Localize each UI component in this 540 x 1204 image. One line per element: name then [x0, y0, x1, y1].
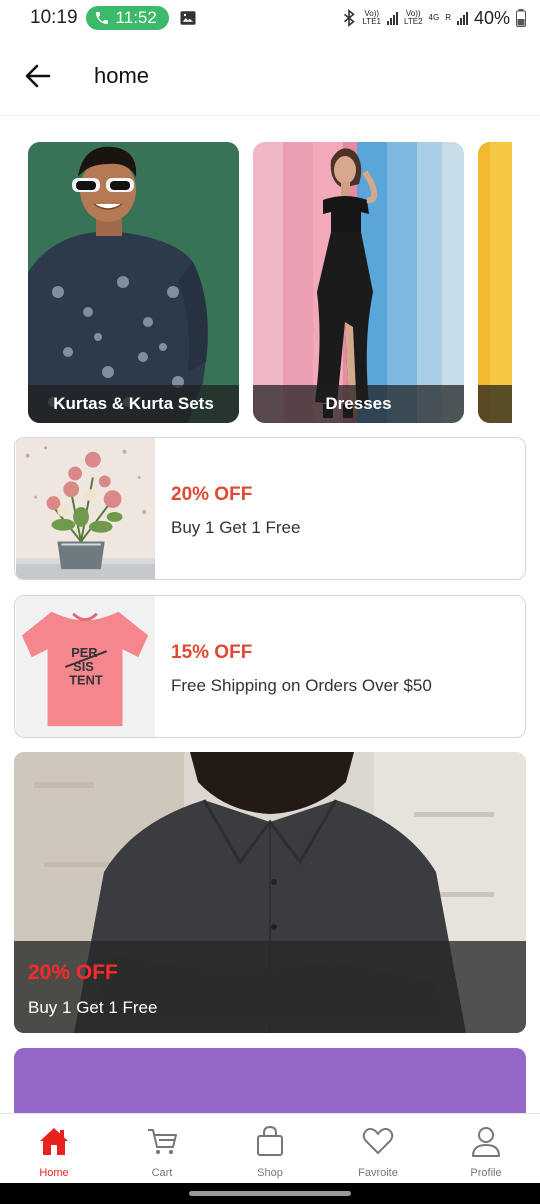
battery-percent: 40%	[473, 7, 510, 28]
cart-icon	[148, 1129, 177, 1154]
offer-image-tshirt: PER SIS TENT	[15, 596, 156, 737]
page-title: home	[94, 62, 150, 88]
category-image-more	[478, 142, 512, 423]
nav-favorite[interactable]: Favroite	[324, 1114, 432, 1183]
system-gesture-bar	[0, 1183, 540, 1204]
category-carousel[interactable]: Kurtas & Kurta Sets Dresses	[28, 142, 512, 424]
gallery-icon	[180, 11, 196, 25]
offer-image-flowers	[15, 438, 156, 579]
offer-description: Buy 1 Get 1 Free	[171, 518, 301, 537]
status-time: 10:19	[30, 7, 78, 28]
category-card-dresses[interactable]: Dresses	[253, 142, 464, 423]
bottom-nav: Home Cart Shop Favroite Profile	[0, 1113, 540, 1183]
offer-card-bogo[interactable]: 20% OFF Buy 1 Get 1 Free	[14, 437, 526, 580]
nav-profile[interactable]: Profile	[432, 1114, 540, 1183]
arrow-left-icon	[25, 64, 51, 87]
status-bar: 10:19 11:52 Vo)) LTE1 Vo)) LTE2 4G R 40%	[0, 0, 540, 36]
category-image-dresses	[253, 142, 464, 423]
app-header: home	[0, 36, 540, 116]
nav-label: Favroite	[358, 1167, 398, 1179]
offer-discount: 15% OFF	[171, 642, 253, 663]
nav-cart[interactable]: Cart	[108, 1114, 216, 1183]
banner-overlay	[14, 941, 526, 1033]
sim1-label: Vo)) LTE1	[362, 9, 381, 26]
offer-description: Free Shipping on Orders Over $50	[171, 676, 432, 695]
nav-label: Profile	[470, 1167, 502, 1179]
sim2-label: Vo)) LTE2	[403, 9, 423, 26]
svg-text:TENT: TENT	[69, 673, 103, 688]
profile-icon	[472, 1127, 500, 1157]
svg-text:PER: PER	[71, 645, 97, 660]
svg-text:SIS: SIS	[73, 659, 94, 674]
signal-icon-2	[456, 11, 468, 25]
category-card-kurtas[interactable]: Kurtas & Kurta Sets	[28, 142, 239, 423]
nav-home[interactable]: Home	[0, 1114, 108, 1183]
app-screen: 10:19 11:52 Vo)) LTE1 Vo)) LTE2 4G R 40%…	[0, 0, 540, 1204]
bluetooth-icon	[344, 9, 356, 27]
nav-shop[interactable]: Shop	[216, 1114, 324, 1183]
nav-label: Shop	[257, 1167, 283, 1179]
shopping-bag-icon	[257, 1125, 283, 1156]
heart-icon	[362, 1127, 394, 1154]
network-type: 4G	[428, 13, 440, 22]
category-label: Dresses	[253, 385, 464, 423]
status-indicators: Vo)) LTE1 Vo)) LTE2 4G R 40%	[342, 8, 526, 29]
category-label	[478, 385, 512, 423]
banner-description: Buy 1 Get 1 Free	[28, 998, 158, 1017]
gesture-handle[interactable]	[189, 1191, 351, 1196]
battery-icon	[516, 9, 526, 27]
offer-discount: 20% OFF	[171, 484, 253, 505]
banner-discount: 20% OFF	[28, 961, 118, 984]
nav-label: Home	[39, 1167, 69, 1179]
nav-label: Cart	[151, 1167, 173, 1179]
back-button[interactable]	[18, 56, 58, 96]
category-label: Kurtas & Kurta Sets	[28, 385, 239, 423]
signal-icon	[386, 11, 398, 25]
home-icon	[40, 1128, 68, 1155]
promo-banner[interactable]: 20% OFF Buy 1 Get 1 Free	[14, 752, 526, 1033]
roaming-indicator: R	[445, 13, 451, 22]
offer-card-shipping[interactable]: PER SIS TENT 15% OFF Free Shipping on Or…	[14, 595, 526, 738]
category-image-kurtas	[28, 142, 239, 423]
category-card-more[interactable]	[478, 142, 512, 423]
call-timer: 11:52	[115, 8, 157, 27]
phone-icon	[95, 12, 108, 24]
call-pill[interactable]: 11:52	[85, 6, 169, 30]
